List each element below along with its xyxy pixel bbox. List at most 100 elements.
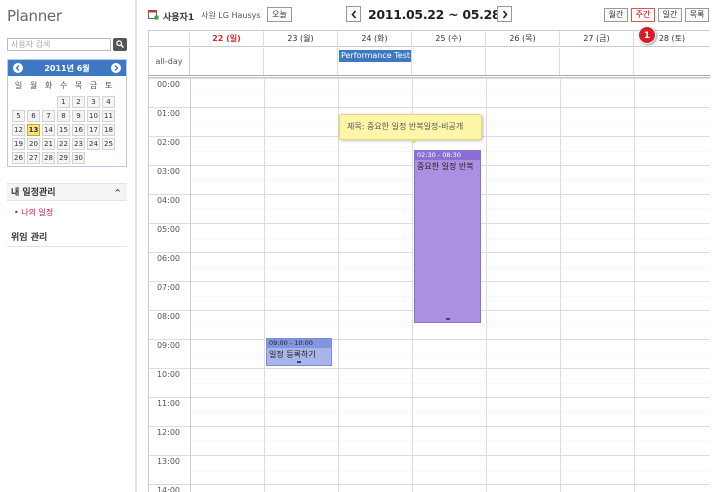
time-label: 12:00	[156, 428, 181, 437]
day-header[interactable]: 24 (화)	[338, 31, 412, 47]
time-label: 01:00	[156, 109, 181, 118]
event-title: 일정 등록하기	[269, 350, 316, 359]
time-label: 03:00	[156, 167, 181, 176]
mini-calendar-day[interactable]: 18	[102, 124, 115, 136]
allday-event-performance-test[interactable]: Performance Test	[339, 50, 411, 62]
allday-cell[interactable]	[560, 48, 634, 75]
mini-calendar-next-button[interactable]	[111, 63, 121, 73]
prev-week-button[interactable]	[346, 6, 361, 22]
event-important-repeat[interactable]: 02:30 - 08:30 중요한 일정 반복	[414, 150, 481, 323]
mini-calendar-day[interactable]: 1	[57, 96, 70, 108]
mini-calendar-day[interactable]: 6	[27, 110, 40, 122]
allday-cell[interactable]	[264, 48, 338, 75]
time-label: 08:00	[156, 312, 181, 321]
mini-calendar-day[interactable]: 29	[57, 152, 70, 164]
time-column-header	[149, 31, 190, 47]
hour-line	[149, 339, 710, 340]
mini-calendar-day[interactable]: 3	[87, 96, 100, 108]
mini-calendar-day[interactable]: 2	[72, 96, 85, 108]
next-week-button[interactable]	[497, 6, 512, 22]
day-column-divider	[338, 78, 339, 492]
view-month-button[interactable]: 월간	[604, 8, 628, 22]
day-header[interactable]: 22 (일)	[190, 31, 264, 47]
search-icon	[116, 40, 124, 48]
day-header[interactable]: 25 (수)	[412, 31, 486, 47]
mini-calendar-day[interactable]: 16	[72, 124, 85, 136]
day-header[interactable]: 27 (금)	[560, 31, 634, 47]
mini-calendar-day[interactable]: 15	[57, 124, 70, 136]
today-button[interactable]: 오늘	[267, 7, 292, 22]
mini-calendar-day[interactable]: 23	[72, 138, 85, 150]
day-column-divider	[486, 78, 487, 492]
mini-calendar-weekday: 일	[14, 81, 23, 90]
hour-line	[149, 78, 710, 79]
user-info: 사원 LG Hausys	[201, 11, 261, 20]
mini-calendar-day[interactable]: 19	[12, 138, 25, 150]
tooltip-text: 제목: 중요한 일정 반복일정-비공개	[347, 122, 464, 131]
mini-calendar-weekday: 목	[74, 81, 83, 90]
mini-calendar-weekday: 금	[89, 81, 98, 90]
time-label: 00:00	[156, 80, 181, 89]
mini-calendar-day[interactable]: 27	[27, 152, 40, 164]
mini-calendar-weekday: 수	[59, 81, 68, 90]
event-time: 09:00 - 10:00	[267, 339, 331, 348]
mini-calendar-day[interactable]: 8	[57, 110, 70, 122]
half-hour-line	[190, 469, 710, 471]
section-delegation-management[interactable]: 위임 관리	[7, 229, 127, 247]
section-my-schedule-management[interactable]: 내 일정관리 ^	[7, 183, 127, 201]
resize-handle-icon[interactable]	[297, 361, 301, 363]
allday-cell[interactable]	[486, 48, 560, 75]
mini-calendar-weekday: 월	[29, 81, 38, 90]
app-title: Planner	[7, 7, 62, 25]
mini-calendar-day[interactable]: 21	[42, 138, 55, 150]
mini-calendar-title: 2011년 6월	[44, 64, 90, 73]
mini-calendar-day[interactable]: 5	[12, 110, 25, 122]
mini-calendar-day[interactable]: 7	[42, 110, 55, 122]
event-register-schedule[interactable]: 09:00 - 10:00 일정 등록하기	[266, 338, 332, 366]
tooltip-tail	[410, 139, 418, 144]
time-label: 11:00	[156, 399, 181, 408]
hour-line	[149, 455, 710, 456]
allday-cell[interactable]	[634, 48, 710, 75]
mini-calendar-day[interactable]: 9	[72, 110, 85, 122]
allday-cell[interactable]	[412, 48, 486, 75]
mini-calendar-day[interactable]: 10	[87, 110, 100, 122]
mini-calendar-day[interactable]: 11	[102, 110, 115, 122]
mini-calendar-day[interactable]: 24	[87, 138, 100, 150]
collapse-caret-icon[interactable]: ^	[114, 184, 121, 202]
day-header[interactable]: 26 (목)	[486, 31, 560, 47]
half-hour-line	[190, 382, 710, 384]
mini-calendar-day[interactable]: 20	[27, 138, 40, 150]
mini-calendar-day[interactable]: 14	[42, 124, 55, 136]
view-list-button[interactable]: 목록	[685, 8, 709, 22]
mini-calendar-day[interactable]: 25	[102, 138, 115, 150]
mini-calendar-day[interactable]: 17	[87, 124, 100, 136]
allday-cell[interactable]	[190, 48, 264, 75]
event-time: 02:30 - 08:30	[415, 151, 480, 160]
user-search-input[interactable]: 사용자 검색	[7, 38, 111, 51]
mini-calendar: 2011년 6월 일월화수목금토 1 2 3 4 5 6 7 8 9 10 11 12 13 14 15 16…	[7, 59, 127, 167]
mini-calendar-day[interactable]: 26	[12, 152, 25, 164]
step-badge: 1	[638, 26, 656, 44]
user-calendar-icon	[148, 10, 159, 20]
sidebar-item-my-schedule[interactable]: • 나의 일정	[14, 207, 53, 218]
view-week-button[interactable]: 주간	[631, 8, 655, 22]
resize-handle-icon[interactable]	[445, 318, 450, 320]
day-header[interactable]: 23 (월)	[264, 31, 338, 47]
day-column-divider	[264, 78, 265, 492]
time-column-divider	[190, 78, 191, 492]
time-label: 06:00	[156, 254, 181, 263]
view-day-button[interactable]: 일간	[658, 8, 682, 22]
mini-calendar-day[interactable]: 4	[102, 96, 115, 108]
hour-line	[149, 397, 710, 398]
event-tooltip: 제목: 중요한 일정 반복일정-비공개	[339, 114, 482, 144]
chevron-right-icon	[114, 65, 119, 71]
half-hour-line	[190, 324, 710, 326]
mini-calendar-today[interactable]: 13	[27, 124, 40, 136]
sidebar-divider	[135, 0, 137, 492]
search-button[interactable]	[113, 38, 127, 51]
mini-calendar-day[interactable]: 30	[72, 152, 85, 164]
mini-calendar-day[interactable]: 12	[12, 124, 25, 136]
mini-calendar-day[interactable]: 22	[57, 138, 70, 150]
mini-calendar-day[interactable]: 28	[42, 152, 55, 164]
